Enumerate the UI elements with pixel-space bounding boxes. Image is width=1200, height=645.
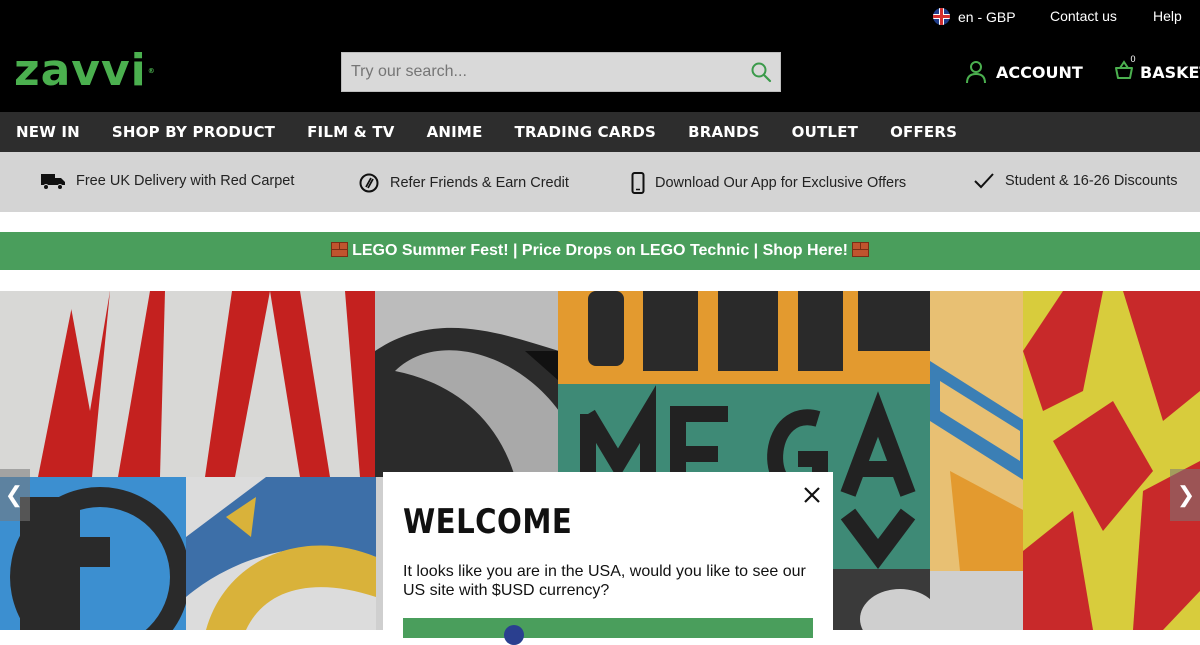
brick-icon: [330, 242, 348, 257]
hero-tile-orange-letters: [558, 291, 932, 386]
basket-link[interactable]: 0 BASKET: [1114, 52, 1200, 84]
user-icon: [966, 61, 986, 84]
nav-item-outlet[interactable]: OUTLET: [776, 112, 874, 152]
main-navigation: NEW IN SHOP BY PRODUCT FILM & TV ANIME T…: [0, 112, 1200, 152]
promo-text: LEGO Summer Fest! | Price Drops on LEGO …: [352, 242, 848, 259]
delivery-truck-icon: [41, 174, 65, 190]
search-icon[interactable]: [750, 61, 772, 83]
checkmark-icon: [974, 173, 994, 189]
usp-refer-text: Refer Friends & Earn Credit: [390, 175, 569, 191]
usp-refer[interactable]: Refer Friends & Earn Credit: [358, 172, 569, 194]
go-to-us-site-button[interactable]: [403, 618, 813, 645]
search-input[interactable]: [342, 53, 742, 91]
usp-student-text: Student & 16-26 Discounts: [1005, 173, 1178, 189]
us-flag-icon: [504, 625, 524, 645]
nav-item-offers[interactable]: OFFERS: [874, 112, 973, 152]
usp-student[interactable]: Student & 16-26 Discounts: [973, 172, 1178, 190]
account-label: ACCOUNT: [996, 62, 1083, 82]
promo-banner[interactable]: LEGO Summer Fest! | Price Drops on LEGO …: [0, 232, 1200, 270]
nav-item-new-in[interactable]: NEW IN: [0, 112, 96, 152]
hero-tile-yellow-blue: [186, 477, 376, 630]
language-label: en - GBP: [958, 8, 1016, 25]
help-link[interactable]: Help: [1153, 8, 1182, 24]
usp-bar: Free UK Delivery with Red Carpet Refer F…: [0, 152, 1200, 212]
modal-message: It looks like you are in the USA, would …: [403, 563, 806, 599]
nav-item-brands[interactable]: BRANDS: [672, 112, 776, 152]
search-bar: [341, 52, 781, 92]
hero-prev-arrow[interactable]: ❮: [0, 469, 30, 521]
nav-item-anime[interactable]: ANIME: [411, 112, 499, 152]
nav-item-trading-cards[interactable]: TRADING CARDS: [499, 112, 673, 152]
uk-flag-icon: [933, 8, 950, 25]
hero-tile-grey-swoosh: [375, 291, 559, 477]
refer-friends-icon: [359, 173, 379, 193]
hero-tile-blue-graphic: [930, 291, 1025, 571]
usp-app-text: Download Our App for Exclusive Offers: [655, 175, 907, 191]
basket-label: BASKET: [1140, 62, 1200, 82]
site-header: zavvi® ACCOUNT 0 BASKET: [0, 32, 1200, 112]
zavvi-logo[interactable]: zavvi®: [14, 49, 156, 93]
nav-item-shop-by-product[interactable]: SHOP BY PRODUCT: [96, 112, 291, 152]
usp-delivery[interactable]: Free UK Delivery with Red Carpet: [40, 172, 294, 190]
account-link[interactable]: ACCOUNT: [965, 60, 1083, 84]
hero-tile-yellow-red: [1023, 291, 1200, 630]
basket-icon-wrap: 0: [1114, 52, 1140, 84]
basket-count-badge: 0: [1126, 52, 1140, 66]
hero-tile-red-letters: [0, 291, 376, 477]
usp-delivery-text: Free UK Delivery with Red Carpet: [76, 173, 295, 189]
mobile-phone-icon: [631, 172, 645, 194]
brick-icon: [852, 242, 870, 257]
welcome-modal: WELCOME It looks like you are in the USA…: [383, 472, 833, 645]
nav-item-film-tv[interactable]: FILM & TV: [291, 112, 410, 152]
top-utility-bar: en - GBP Contact us Help: [0, 0, 1200, 32]
usp-app[interactable]: Download Our App for Exclusive Offers: [631, 172, 906, 194]
hero-next-arrow[interactable]: ❯: [1170, 469, 1200, 521]
language-selector[interactable]: en - GBP: [933, 8, 1016, 25]
contact-us-link[interactable]: Contact us: [1050, 8, 1117, 24]
close-icon[interactable]: [801, 484, 823, 506]
modal-title: WELCOME: [403, 502, 573, 542]
hero-tile-dark-grey: [830, 569, 930, 630]
